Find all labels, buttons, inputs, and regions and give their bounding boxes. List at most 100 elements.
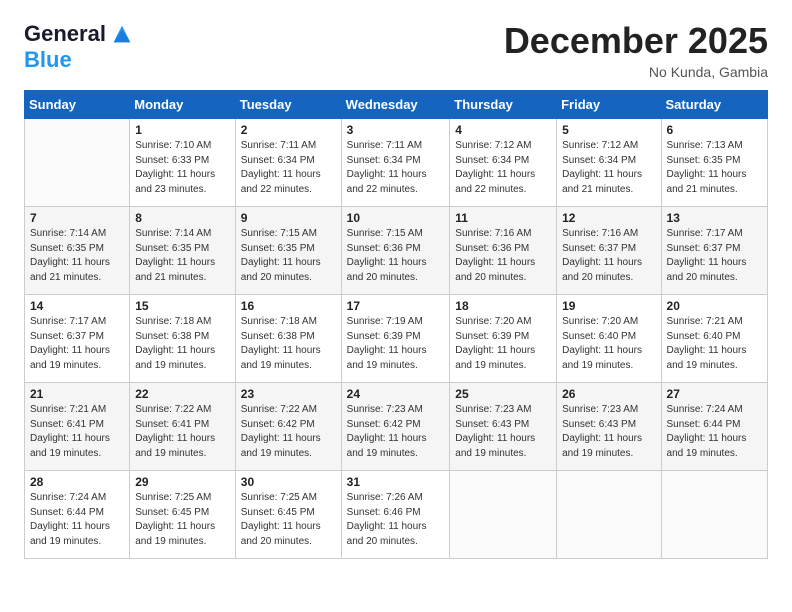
col-friday: Friday: [557, 91, 661, 119]
calendar-cell: [661, 471, 767, 559]
day-info: Sunrise: 7:18 AM Sunset: 6:38 PM Dayligh…: [135, 315, 230, 373]
calendar-cell: 11 Sunrise: 7:16 AM Sunset: 6:36 PM Dayli…: [450, 207, 557, 295]
day-info: Sunrise: 7:17 AM Sunset: 6:37 PM Dayligh…: [30, 315, 124, 373]
day-info: Sunrise: 7:21 AM Sunset: 6:40 PM Dayligh…: [667, 315, 762, 373]
logo-text-general: General: [24, 22, 106, 46]
day-number: 13: [667, 211, 762, 225]
calendar-cell: 20Sunrise: 7:21 AM Sunset: 6:40 PM Dayli…: [661, 295, 767, 383]
day-info: Sunrise: 7:24 AM Sunset: 6:44 PM Dayligh…: [30, 491, 124, 549]
day-info: Sunrise: 7:22 AM Sunset: 6:42 PM Dayligh…: [241, 403, 336, 461]
day-number: 29: [135, 475, 230, 489]
day-info: Sunrise: 7:25 AM Sunset: 6:45 PM Dayligh…: [135, 491, 230, 549]
calendar-cell: 29 Sunrise: 7:25 AM Sunset: 6:45 PM Dayli…: [130, 471, 236, 559]
day-number: 15: [135, 299, 230, 313]
title-block: December 2025 No Kunda, Gambia: [504, 20, 768, 80]
month-title: December 2025: [504, 20, 768, 62]
calendar-cell: 6 Sunrise: 7:13 AM Sunset: 6:35 PM Daylig…: [661, 119, 767, 207]
calendar-cell: 16 Sunrise: 7:18 AM Sunset: 6:38 PM Dayli…: [235, 295, 341, 383]
calendar-cell: 2 Sunrise: 7:11 AM Sunset: 6:34 PM Daylig…: [235, 119, 341, 207]
col-thursday: Thursday: [450, 91, 557, 119]
day-info: Sunrise: 7:18 AM Sunset: 6:38 PM Dayligh…: [241, 315, 336, 373]
header-row: Sunday Monday Tuesday Wednesday Thursday…: [25, 91, 768, 119]
day-info: Sunrise: 7:15 AM Sunset: 6:35 PM Dayligh…: [241, 227, 336, 285]
calendar-cell: 22Sunrise: 7:22 AM Sunset: 6:41 PM Dayli…: [130, 383, 236, 471]
calendar-cell: 13Sunrise: 7:17 AM Sunset: 6:37 PM Dayli…: [661, 207, 767, 295]
day-info: Sunrise: 7:15 AM Sunset: 6:36 PM Dayligh…: [347, 227, 445, 285]
day-info: Sunrise: 7:24 AM Sunset: 6:44 PM Dayligh…: [667, 403, 762, 461]
calendar-cell: 5Sunrise: 7:12 AM Sunset: 6:34 PM Daylig…: [557, 119, 661, 207]
calendar-cell: 28 Sunrise: 7:24 AM Sunset: 6:44 PM Dayli…: [25, 471, 130, 559]
day-number: 18: [455, 299, 551, 313]
day-number: 2: [241, 123, 336, 137]
day-number: 26: [562, 387, 655, 401]
day-number: 14: [30, 299, 124, 313]
day-info: Sunrise: 7:23 AM Sunset: 6:43 PM Dayligh…: [455, 403, 551, 461]
calendar-cell: 4Sunrise: 7:12 AM Sunset: 6:34 PM Daylig…: [450, 119, 557, 207]
day-number: 28: [30, 475, 124, 489]
calendar-week-row: 28 Sunrise: 7:24 AM Sunset: 6:44 PM Dayli…: [25, 471, 768, 559]
calendar-cell: 12 Sunrise: 7:16 AM Sunset: 6:37 PM Dayli…: [557, 207, 661, 295]
day-number: 3: [347, 123, 445, 137]
calendar-week-row: 14 Sunrise: 7:17 AM Sunset: 6:37 PM Dayli…: [25, 295, 768, 383]
calendar-cell: 15 Sunrise: 7:18 AM Sunset: 6:38 PM Dayli…: [130, 295, 236, 383]
day-number: 23: [241, 387, 336, 401]
calendar-cell: 7 Sunrise: 7:14 AM Sunset: 6:35 PM Daylig…: [25, 207, 130, 295]
day-info: Sunrise: 7:14 AM Sunset: 6:35 PM Dayligh…: [135, 227, 230, 285]
day-number: 7: [30, 211, 124, 225]
calendar-cell: 23 Sunrise: 7:22 AM Sunset: 6:42 PM Dayli…: [235, 383, 341, 471]
header: General Blue December 2025 No Kunda, Gam…: [24, 20, 768, 80]
day-info: Sunrise: 7:20 AM Sunset: 6:39 PM Dayligh…: [455, 315, 551, 373]
calendar-cell: 19 Sunrise: 7:20 AM Sunset: 6:40 PM Dayli…: [557, 295, 661, 383]
day-number: 11: [455, 211, 551, 225]
calendar-cell: [450, 471, 557, 559]
day-info: Sunrise: 7:14 AM Sunset: 6:35 PM Dayligh…: [30, 227, 124, 285]
day-number: 10: [347, 211, 445, 225]
day-info: Sunrise: 7:21 AM Sunset: 6:41 PM Dayligh…: [30, 403, 124, 461]
day-number: 5: [562, 123, 655, 137]
day-info: Sunrise: 7:16 AM Sunset: 6:37 PM Dayligh…: [562, 227, 655, 285]
day-number: 9: [241, 211, 336, 225]
calendar-cell: 18 Sunrise: 7:20 AM Sunset: 6:39 PM Dayli…: [450, 295, 557, 383]
day-number: 22: [135, 387, 230, 401]
calendar: Sunday Monday Tuesday Wednesday Thursday…: [24, 90, 768, 559]
col-saturday: Saturday: [661, 91, 767, 119]
day-info: Sunrise: 7:10 AM Sunset: 6:33 PM Dayligh…: [135, 139, 230, 197]
calendar-cell: 21 Sunrise: 7:21 AM Sunset: 6:41 PM Dayli…: [25, 383, 130, 471]
day-info: Sunrise: 7:16 AM Sunset: 6:36 PM Dayligh…: [455, 227, 551, 285]
calendar-header: Sunday Monday Tuesday Wednesday Thursday…: [25, 91, 768, 119]
calendar-cell: 1Sunrise: 7:10 AM Sunset: 6:33 PM Daylig…: [130, 119, 236, 207]
day-info: Sunrise: 7:11 AM Sunset: 6:34 PM Dayligh…: [241, 139, 336, 197]
day-number: 17: [347, 299, 445, 313]
day-number: 8: [135, 211, 230, 225]
day-number: 25: [455, 387, 551, 401]
day-number: 19: [562, 299, 655, 313]
col-monday: Monday: [130, 91, 236, 119]
col-sunday: Sunday: [25, 91, 130, 119]
calendar-cell: 30 Sunrise: 7:25 AM Sunset: 6:45 PM Dayli…: [235, 471, 341, 559]
calendar-cell: 17Sunrise: 7:19 AM Sunset: 6:39 PM Dayli…: [341, 295, 450, 383]
day-number: 6: [667, 123, 762, 137]
calendar-week-row: 7 Sunrise: 7:14 AM Sunset: 6:35 PM Daylig…: [25, 207, 768, 295]
day-number: 4: [455, 123, 551, 137]
calendar-cell: [25, 119, 130, 207]
day-info: Sunrise: 7:25 AM Sunset: 6:45 PM Dayligh…: [241, 491, 336, 549]
calendar-cell: 25 Sunrise: 7:23 AM Sunset: 6:43 PM Dayli…: [450, 383, 557, 471]
calendar-week-row: 1Sunrise: 7:10 AM Sunset: 6:33 PM Daylig…: [25, 119, 768, 207]
calendar-week-row: 21 Sunrise: 7:21 AM Sunset: 6:41 PM Dayli…: [25, 383, 768, 471]
calendar-cell: [557, 471, 661, 559]
day-info: Sunrise: 7:20 AM Sunset: 6:40 PM Dayligh…: [562, 315, 655, 373]
day-number: 12: [562, 211, 655, 225]
logo: General Blue: [24, 20, 136, 72]
day-number: 31: [347, 475, 445, 489]
day-number: 24: [347, 387, 445, 401]
col-tuesday: Tuesday: [235, 91, 341, 119]
day-info: Sunrise: 7:26 AM Sunset: 6:46 PM Dayligh…: [347, 491, 445, 549]
col-wednesday: Wednesday: [341, 91, 450, 119]
calendar-cell: 3Sunrise: 7:11 AM Sunset: 6:34 PM Daylig…: [341, 119, 450, 207]
day-number: 16: [241, 299, 336, 313]
day-number: 30: [241, 475, 336, 489]
day-info: Sunrise: 7:13 AM Sunset: 6:35 PM Dayligh…: [667, 139, 762, 197]
day-number: 27: [667, 387, 762, 401]
day-number: 21: [30, 387, 124, 401]
day-info: Sunrise: 7:23 AM Sunset: 6:43 PM Dayligh…: [562, 403, 655, 461]
